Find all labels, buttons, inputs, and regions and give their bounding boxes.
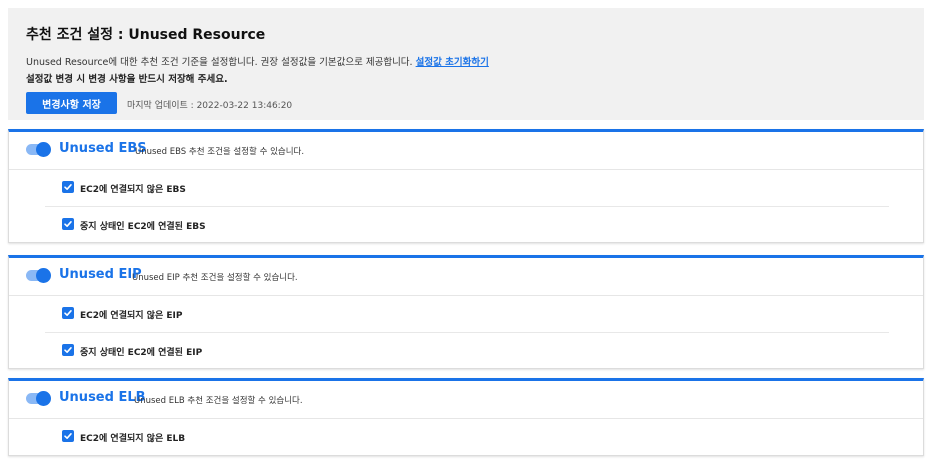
condition-row: 중지 상태인 EC2에 연결된 EIP xyxy=(45,332,889,368)
check-icon xyxy=(64,433,72,439)
last-update-text: 마지막 업데이트 : 2022-03-22 13:46:20 xyxy=(127,101,293,111)
section-unused-elb: Unused ELB Unused ELB 추천 조건을 설정할 수 있습니다.… xyxy=(8,378,924,456)
condition-row: EC2에 연결되지 않은 EBS xyxy=(45,170,889,206)
section-header: Unused ELB Unused ELB 추천 조건을 설정할 수 있습니다. xyxy=(9,381,923,419)
section-title: Unused ELB xyxy=(59,390,146,405)
condition-label: EC2에 연결되지 않은 ELB xyxy=(80,434,186,444)
page-description: Unused Resource에 대한 추천 조건 기준을 설정합니다. 권장 … xyxy=(26,54,489,68)
condition-checkbox[interactable] xyxy=(62,430,74,442)
check-icon xyxy=(64,347,72,353)
condition-row: EC2에 연결되지 않은 EIP xyxy=(45,296,889,332)
toggle-knob xyxy=(36,268,51,283)
condition-checkbox[interactable] xyxy=(62,307,74,319)
section-header: Unused EBS Unused EBS 추천 조건을 설정할 수 있습니다. xyxy=(9,132,923,170)
section-subtitle: Unused ELB 추천 조건을 설정할 수 있습니다. xyxy=(134,396,303,406)
section-title: Unused EBS xyxy=(59,141,147,156)
reset-settings-link[interactable]: 설정값 초기화하기 xyxy=(416,57,489,68)
section-unused-eip: Unused EIP Unused EIP 추천 조건을 설정할 수 있습니다.… xyxy=(8,255,924,369)
settings-header: 추천 조건 설정 : Unused Resource Unused Resour… xyxy=(8,8,924,120)
save-changes-button[interactable]: 변경사항 저장 xyxy=(26,92,117,114)
check-icon xyxy=(64,310,72,316)
section-subtitle: Unused EIP 추천 조건을 설정할 수 있습니다. xyxy=(132,273,298,283)
section-toggle[interactable] xyxy=(26,268,51,283)
toggle-knob xyxy=(36,142,51,157)
condition-label: 중지 상태인 EC2에 연결된 EIP xyxy=(80,348,203,358)
check-icon xyxy=(64,221,72,227)
section-subtitle: Unused EBS 추천 조건을 설정할 수 있습니다. xyxy=(135,147,305,157)
check-icon xyxy=(64,184,72,190)
section-header: Unused EIP Unused EIP 추천 조건을 설정할 수 있습니다. xyxy=(9,258,923,296)
page-title: 추천 조건 설정 : Unused Resource xyxy=(26,27,266,43)
section-title: Unused EIP xyxy=(59,267,142,282)
section-toggle[interactable] xyxy=(26,142,51,157)
section-unused-ebs: Unused EBS Unused EBS 추천 조건을 설정할 수 있습니다.… xyxy=(8,129,924,243)
toggle-knob xyxy=(36,391,51,406)
condition-checkbox[interactable] xyxy=(62,344,74,356)
description-text: Unused Resource에 대한 추천 조건 기준을 설정합니다. 권장 … xyxy=(26,57,413,68)
condition-checkbox[interactable] xyxy=(62,218,74,230)
save-warning: 설정값 변경 시 변경 사항을 반드시 저장해 주세요. xyxy=(26,74,228,85)
condition-label: EC2에 연결되지 않은 EBS xyxy=(80,185,186,195)
condition-checkbox[interactable] xyxy=(62,181,74,193)
condition-row: 중지 상태인 EC2에 연결된 EBS xyxy=(45,206,889,242)
condition-label: EC2에 연결되지 않은 EIP xyxy=(80,311,183,321)
condition-row: EC2에 연결되지 않은 ELB xyxy=(45,419,889,455)
condition-label: 중지 상태인 EC2에 연결된 EBS xyxy=(80,222,206,232)
section-toggle[interactable] xyxy=(26,391,51,406)
